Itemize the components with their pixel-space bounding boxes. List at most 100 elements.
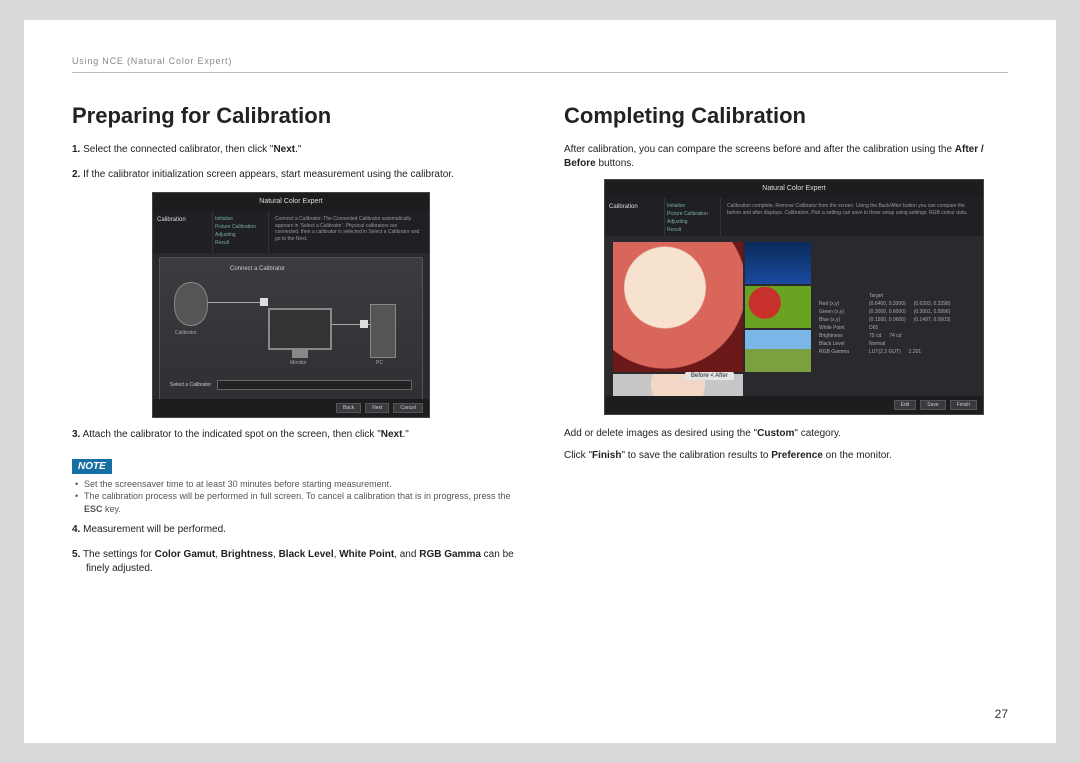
app-titlebar: Natural Color Expert [153,193,429,211]
calibrator-icon [174,282,208,326]
table-row: RGB GammaLUT(2.2 GUT)2.201 [819,348,975,356]
table-row: Red (x,y)(0.6400, 0.3300)(0.6393, 0.3298… [819,300,975,308]
para-text: After calibration, you can compare the s… [564,144,955,155]
table-header: Target [819,292,975,300]
note-text: The calibration process will be performe… [84,491,511,501]
para-text: buttons. [596,158,634,169]
step-4: 4. Measurement will be performed. [72,523,516,538]
wizard-steps: Initialize Picture Calibration Adjusting… [665,198,721,236]
tab-calibration[interactable]: Calibration [605,198,665,236]
table-row: Blue (x,y)(0.1500, 0.0600)(0.1497, 0.060… [819,316,975,324]
screenshot-connect-calibrator: Natural Color Expert Calibration Initial… [152,192,430,418]
step-text: The settings for [83,549,155,560]
screenshot-calibration-result: Natural Color Expert Calibration Initial… [604,179,984,415]
left-column: Preparing for Calibration 1. Select the … [72,103,516,587]
step-bold: Next [381,429,403,440]
step-bold: RGB Gamma [419,549,481,560]
col-header: Target [869,292,883,300]
select-label: Select a Calibrator [170,382,211,388]
calibrator-label: Calibrator [175,330,197,336]
note-item: The calibration process will be performe… [72,490,516,515]
step-num: 2. [72,169,80,180]
step-bold: White Point [339,549,394,560]
step-text: Select the connected calibrator, then cl… [83,144,273,155]
table-row: Black LevelNormal [819,340,975,348]
step-text: , and [394,549,419,560]
note-bold: ESC [84,504,103,514]
step-1: 1. Select the connected calibrator, then… [72,143,516,158]
app-header: Calibration Initialize Picture Calibrati… [153,211,429,253]
running-head: Using NCE (Natural Color Expert) [72,56,1008,73]
header-description: Connect a Calibrator. The Connected Cali… [269,211,429,253]
step-text: Measurement will be performed. [83,524,226,535]
heading-completing: Completing Calibration [564,103,1008,129]
note-label: NOTE [72,459,112,474]
step-num: 3. [72,429,80,440]
step-text: Attach the calibrator to the indicated s… [83,429,381,440]
cable-icon [208,302,266,303]
thumbnail-landscape[interactable] [745,330,811,372]
step-bold: Brightness [221,549,273,560]
plug-icon [360,320,368,328]
preparing-steps: 1. Select the connected calibrator, then… [72,143,516,182]
step-text: ." [295,144,301,155]
para-text: " category. [794,428,841,439]
step-num: 4. [72,524,80,535]
step-bold: Black Level [279,549,334,560]
diagram-title: Connect a Calibrator [230,266,285,272]
para-text: on the monitor. [823,450,892,461]
app-header: Calibration Initialize Picture Calibrati… [605,198,983,236]
table-row: Green (x,y)(0.3000, 0.6000)(0.3001, 0.59… [819,308,975,316]
monitor-icon [268,308,332,350]
heading-preparing: Preparing for Calibration [72,103,516,129]
cancel-button[interactable]: Cancel [393,403,423,413]
select-calibrator-row: Select a Calibrator [170,380,412,390]
step-bold: Color Gamut [155,549,216,560]
preparing-steps-cont: 3. Attach the calibrator to the indicate… [72,428,516,443]
step-2: 2. If the calibrator initialization scre… [72,168,516,183]
para-text: Add or delete images as desired using th… [564,428,757,439]
para-bold: Preference [771,450,823,461]
step-num: 1. [72,144,80,155]
finish-paragraph: Click "Finish" to save the calibration r… [564,449,1008,463]
diagram-panel: Connect a Calibrator Calibrator Monitor … [159,257,423,401]
page-number: 27 [995,707,1008,721]
preparing-steps-cont2: 4. Measurement will be performed. 5. The… [72,523,516,577]
table-row: White PointD65 [819,324,975,332]
note-text: key. [103,504,121,514]
dialog-footer: Back Next Cancel [153,399,429,417]
note-list: Set the screensaver time to at least 30 … [72,478,516,516]
save-button[interactable]: Save [920,400,945,410]
before-after-toggle[interactable]: Before < After [685,372,734,380]
note-item: Set the screensaver time to at least 30 … [72,478,516,491]
step-text: ." [402,429,408,440]
thumbnail-main[interactable] [613,242,743,372]
thumbnail-logo[interactable] [745,242,811,284]
para-text: " to save the calibration results to [621,450,771,461]
edit-button[interactable]: Edit [894,400,917,410]
step-num: 5. [72,549,80,560]
plug-icon [260,298,268,306]
wizard-steps: Initialize Picture Calibration Adjusting… [213,211,269,253]
back-button[interactable]: Back [336,403,361,413]
calibrator-dropdown[interactable] [217,380,412,390]
step-3: 3. Attach the calibrator to the indicate… [72,428,516,443]
dialog-footer: Edit Save Finish [605,396,983,414]
para-bold: Custom [757,428,794,439]
thumbnail-fruit[interactable] [745,286,811,328]
step-5: 5. The settings for Color Gamut, Brightn… [72,548,516,577]
step-bold: Next [273,144,295,155]
next-button[interactable]: Next [365,403,389,413]
two-column-layout: Preparing for Calibration 1. Select the … [72,103,1008,587]
tab-calibration[interactable]: Calibration [153,211,213,253]
custom-paragraph: Add or delete images as desired using th… [564,427,1008,441]
header-description: Calibration complete. Remove Calibrator … [721,198,983,236]
result-table: Target Red (x,y)(0.6400, 0.3300)(0.6393,… [819,242,975,392]
para-bold: Finish [592,450,621,461]
pc-label: PC [376,360,383,366]
para-text: Click " [564,450,592,461]
monitor-label: Monitor [290,360,307,366]
app-titlebar: Natural Color Expert [605,180,983,198]
intro-paragraph: After calibration, you can compare the s… [564,143,1008,171]
finish-button[interactable]: Finish [950,400,977,410]
